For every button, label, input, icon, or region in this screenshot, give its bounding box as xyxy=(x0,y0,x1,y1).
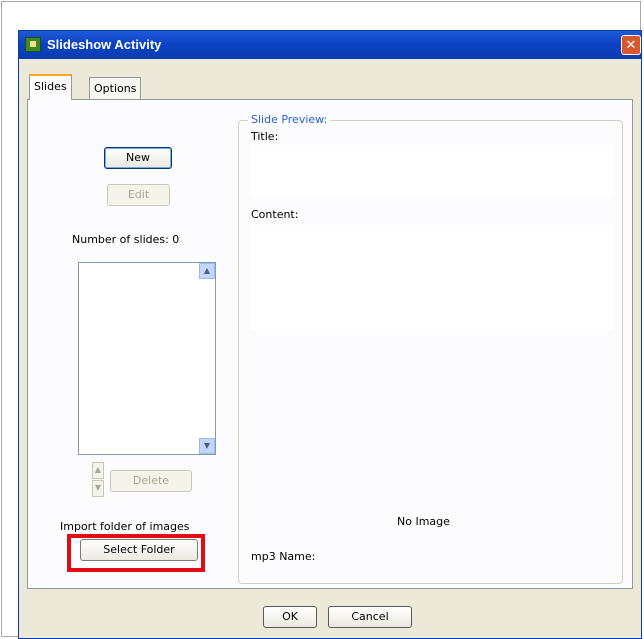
select-folder-highlight xyxy=(67,534,205,572)
delete-button[interactable]: Delete xyxy=(110,470,192,492)
tab-options[interactable]: Options xyxy=(89,77,142,99)
slide-count-label: Number of slides: 0 xyxy=(72,233,180,246)
cancel-button[interactable]: Cancel xyxy=(328,606,412,628)
slide-preview-legend: Slide Preview: xyxy=(248,113,331,126)
tab-slides[interactable]: Slides xyxy=(29,74,72,100)
slideshow-app-icon xyxy=(25,37,41,52)
dialog-window: Slideshow Activity ✕ Slides Options New … xyxy=(18,30,642,639)
close-icon[interactable]: ✕ xyxy=(621,35,641,55)
title-label: Title: xyxy=(251,130,279,143)
move-up-arrow-icon[interactable]: ▲ xyxy=(92,462,104,479)
window-title: Slideshow Activity xyxy=(47,37,162,52)
content-label: Content: xyxy=(251,208,299,221)
content-preview-field xyxy=(251,225,613,330)
import-folder-label: Import folder of images xyxy=(60,520,190,533)
move-down-arrow-icon[interactable]: ▼ xyxy=(92,480,104,497)
new-button[interactable]: New xyxy=(104,147,172,169)
scroll-down-icon[interactable]: ▼ xyxy=(199,438,215,454)
mp3-name-label: mp3 Name: xyxy=(251,550,316,563)
title-preview-field xyxy=(251,145,613,195)
edit-button[interactable]: Edit xyxy=(107,184,170,206)
slides-tab-panel: New Edit Number of slides: 0 ▲ ▼ ▲ ▼ Del… xyxy=(27,99,633,589)
scroll-up-icon[interactable]: ▲ xyxy=(199,263,215,279)
slides-listbox[interactable]: ▲ ▼ xyxy=(78,262,216,455)
no-image-label: No Image xyxy=(397,515,450,528)
title-bar[interactable]: Slideshow Activity ✕ xyxy=(19,31,641,59)
ok-button[interactable]: OK xyxy=(263,606,317,628)
slide-preview-group: Slide Preview: Title: Content: No Image … xyxy=(238,113,623,584)
